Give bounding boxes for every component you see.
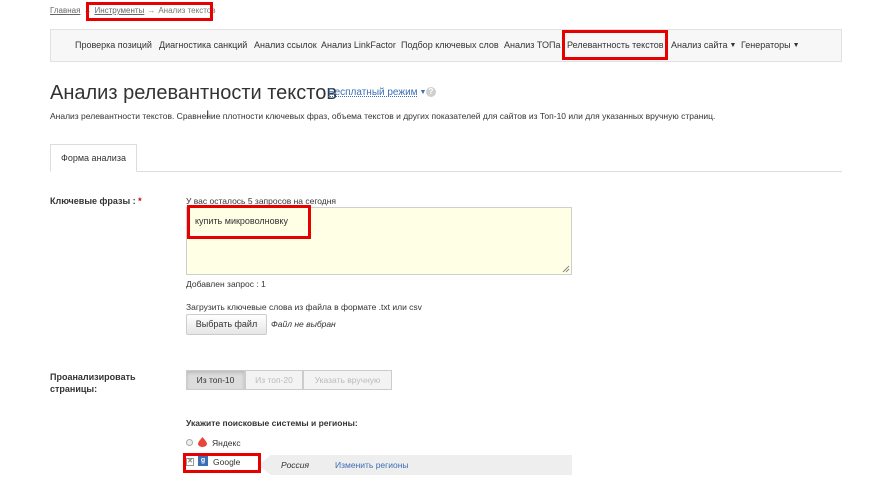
nav-item-site-analysis-label: Анализ сайта [671, 40, 728, 50]
tools-navbar: Проверка позиций Диагностика санкций Ана… [50, 29, 842, 62]
page-title: Анализ релевантности текстов [50, 82, 337, 104]
no-file-text: Файл не выбран [271, 319, 336, 329]
segment-top10[interactable]: Из топ-10 [186, 370, 245, 390]
resize-grip-icon[interactable] [562, 265, 570, 273]
keywords-label-text: Ключевые фразы : [50, 196, 136, 206]
nav-item-sanctions[interactable]: Диагностика санкций [159, 40, 247, 50]
highlight-box-nav [562, 30, 668, 60]
nav-item-site-analysis[interactable]: Анализ сайта ▼ [671, 40, 736, 50]
text-cursor-icon: I [206, 108, 210, 122]
chevron-down-icon: ▼ [729, 42, 737, 49]
help-icon[interactable]: ? [426, 87, 436, 97]
keywords-label: Ключевые фразы : * [50, 196, 142, 206]
nav-item-linkfactor[interactable]: Анализ LinkFactor [321, 40, 396, 50]
nav-item-positions[interactable]: Проверка позиций [75, 40, 152, 50]
highlight-box-google [183, 453, 261, 473]
nav-item-keywords[interactable]: Подбор ключевых слов [401, 40, 499, 50]
mode-label: Бесплатный режим [328, 87, 418, 98]
chevron-down-icon: ▼ [792, 42, 800, 49]
tab-analysis-form[interactable]: Форма анализа [50, 144, 137, 172]
nav-item-top-analysis[interactable]: Анализ ТОПа [504, 40, 560, 50]
region-name: Россия [281, 460, 310, 470]
analyze-pages-label-line2: страницы: [50, 384, 98, 394]
engines-title: Укажите поисковые системы и регионы: [186, 418, 358, 428]
nav-item-generators-label: Генераторы [741, 40, 791, 50]
nav-item-links[interactable]: Анализ ссылок [254, 40, 317, 50]
upload-hint: Загрузить ключевые слова из файла в форм… [186, 302, 422, 312]
segment-manual[interactable]: Указать вручную [303, 370, 392, 390]
segment-top20[interactable]: Из топ-20 [245, 370, 303, 390]
analyze-pages-label: Проанализировать страницы: [50, 371, 136, 395]
tabs-divider [50, 171, 842, 172]
change-regions-link[interactable]: Изменить регионы [335, 460, 409, 470]
highlight-box-breadcrumb [86, 2, 213, 21]
yandex-label: Яндекс [212, 438, 241, 448]
highlight-box-keywords [187, 205, 311, 239]
breadcrumb-home-link[interactable]: Главная [50, 6, 80, 15]
required-mark: * [138, 196, 142, 206]
added-requests-text: Добавлен запрос : 1 [186, 279, 266, 289]
mode-dropdown[interactable]: Бесплатный режим ▼ [328, 87, 426, 98]
nav-item-generators[interactable]: Генераторы ▼ [741, 40, 800, 50]
yandex-icon [198, 437, 207, 447]
analyze-pages-label-line1: Проанализировать [50, 372, 136, 382]
yandex-radio[interactable] [186, 439, 193, 446]
choose-file-button[interactable]: Выбрать файл [186, 314, 267, 335]
page-description: Анализ релевантности текстов. Сравнение … [50, 111, 716, 121]
region-panel [270, 455, 572, 475]
